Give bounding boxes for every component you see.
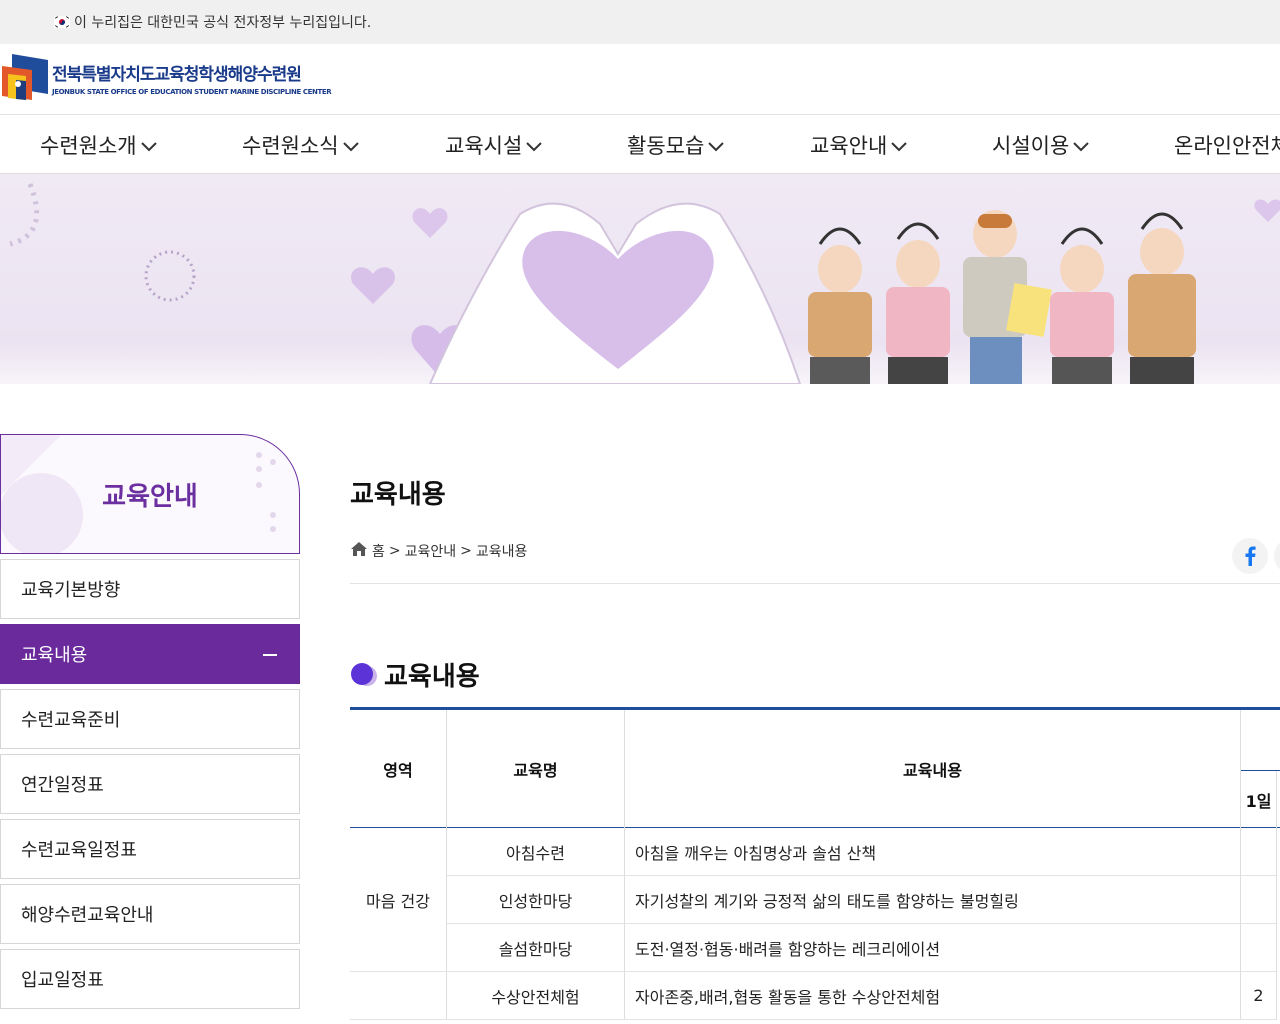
minus-icon bbox=[263, 654, 277, 656]
breadcrumb-separator: > bbox=[388, 543, 401, 559]
breadcrumb-separator: > bbox=[460, 543, 472, 559]
sidebar-item-label: 교육내용 bbox=[21, 645, 88, 666]
section-title: 교육내용 bbox=[384, 662, 480, 692]
cell-name: 인성한마당 bbox=[447, 876, 625, 924]
education-content-table: 영역 교육명 교육내용 1일 마음 건강 아침수련 아침을 깨우는 아침명상과 … bbox=[350, 707, 1280, 1024]
gnb-item-education[interactable]: 교육안내 bbox=[810, 115, 908, 174]
cell-day1 bbox=[1241, 876, 1277, 924]
hero-banner bbox=[0, 174, 1280, 384]
sidebar-title-box: 교육안내 bbox=[0, 434, 300, 554]
logo-title: 전북특별자치도교육청학생해양수련원 bbox=[52, 65, 302, 85]
bullet-dot-icon bbox=[350, 662, 378, 687]
sidebar-item-entry-schedule[interactable]: 입교일정표 bbox=[0, 949, 300, 1009]
gnb-item-facilities[interactable]: 교육시설 bbox=[445, 115, 543, 174]
chevron-down-icon bbox=[140, 142, 157, 152]
gnb-item-intro[interactable]: 수련원소개 bbox=[40, 115, 158, 174]
chevron-down-icon bbox=[342, 142, 359, 152]
sidebar-title: 교육안내 bbox=[102, 481, 198, 512]
gnb-label: 온라인안전체 bbox=[1174, 133, 1280, 158]
breadcrumb-home[interactable]: 홈 bbox=[372, 541, 385, 561]
share-button[interactable] bbox=[1274, 538, 1280, 574]
sidebar-item-label: 교육기본방향 bbox=[21, 580, 121, 601]
cell-content: 자아존중,배려,협동 활동을 통한 수상안전체험 bbox=[625, 972, 1241, 1020]
breadcrumb-current: 교육내용 bbox=[475, 544, 528, 560]
sidebar-item-label: 연간일정표 bbox=[21, 775, 104, 796]
sidebar-item-label: 해양수련교육안내 bbox=[21, 905, 154, 926]
gnb-label: 수련원소식 bbox=[242, 133, 339, 158]
cell-content: 도전·열정·협동·배려를 함양하는 레크리에이션 bbox=[625, 924, 1241, 972]
sidebar-item-training-prep[interactable]: 수련교육준비 bbox=[0, 689, 300, 749]
facebook-icon bbox=[1245, 546, 1256, 566]
header-day1: 1일 bbox=[1241, 771, 1277, 828]
cell-day1 bbox=[1241, 924, 1277, 972]
cell-name: 아침수련 bbox=[447, 828, 625, 876]
gnb-item-news[interactable]: 수련원소식 bbox=[242, 115, 360, 174]
sidebar-item-marine-training[interactable]: 해양수련교육안내 bbox=[0, 884, 300, 944]
chevron-down-icon bbox=[891, 142, 907, 152]
sidebar-item-basic-direction[interactable]: 교육기본방향 bbox=[0, 559, 300, 619]
gnb-item-facility-use[interactable]: 시설이용 bbox=[992, 115, 1090, 174]
table-header: 영역 교육명 교육내용 1일 bbox=[350, 710, 1280, 828]
content-divider bbox=[350, 583, 1280, 584]
breadcrumb: 홈 > 교육안내 > 교육내용 bbox=[350, 541, 531, 561]
gnb-label: 교육시설 bbox=[445, 133, 523, 158]
chevron-down-icon bbox=[526, 142, 542, 152]
header-content: 교육내용 bbox=[625, 710, 1241, 828]
hero-illustration bbox=[0, 174, 1280, 384]
gnb-label: 시설이용 bbox=[992, 133, 1070, 158]
header-name: 교육명 bbox=[447, 710, 625, 828]
gov-banner: 이 누리집은 대한민국 공식 전자정부 누리집입니다. bbox=[0, 0, 1280, 44]
chevron-down-icon bbox=[1073, 142, 1089, 152]
korea-flag-icon bbox=[54, 16, 70, 28]
cell-content: 자기성찰의 계기와 긍정적 삶의 태도를 함양하는 불멍힐링 bbox=[625, 876, 1241, 924]
cell-day1: 2 bbox=[1241, 972, 1277, 1020]
header-area: 영역 bbox=[350, 710, 447, 828]
sidebar-item-training-schedule[interactable]: 수련교육일정표 bbox=[0, 819, 300, 879]
gnb-label: 활동모습 bbox=[627, 133, 705, 158]
cell-area: 마음 건강 bbox=[350, 828, 447, 972]
site-logo[interactable]: 전북특별자치도교육청학생해양수련원 JEONBUK STATE OFFICE O… bbox=[2, 54, 332, 102]
home-icon[interactable] bbox=[350, 541, 368, 561]
chevron-down-icon bbox=[708, 142, 724, 152]
cell-content: 아침을 깨우는 아침명상과 솔섬 산책 bbox=[625, 828, 1241, 876]
gnb-item-activities[interactable]: 활동모습 bbox=[627, 115, 725, 174]
sidebar-item-label: 수련교육일정표 bbox=[21, 840, 137, 861]
main-navigation: 수련원소개 수련원소식 교육시설 활동모습 교육안내 시설이용 온라인안전체 bbox=[0, 115, 1280, 174]
logo-subtitle: JEONBUK STATE OFFICE OF EDUCATION STUDEN… bbox=[52, 88, 332, 96]
gov-banner-text: 이 누리집은 대한민국 공식 전자정부 누리집입니다. bbox=[74, 15, 372, 31]
cell-day1 bbox=[1241, 828, 1277, 876]
breadcrumb-education-guide[interactable]: 교육안내 bbox=[405, 541, 457, 561]
gnb-item-online-safety[interactable]: 온라인안전체 bbox=[1174, 115, 1280, 174]
logo-emblem bbox=[2, 54, 48, 102]
cell-name: 솔섬한마당 bbox=[447, 924, 625, 972]
gnb-label: 수련원소개 bbox=[40, 133, 137, 158]
page-title: 교육내용 bbox=[350, 480, 446, 510]
sidebar-item-label: 수련교육준비 bbox=[21, 710, 121, 731]
gnb-label: 교육안내 bbox=[810, 133, 888, 158]
cell-name: 수상안전체험 bbox=[447, 972, 625, 1020]
sidebar-item-education-content[interactable]: 교육내용 bbox=[0, 624, 300, 684]
site-header: 전북특별자치도교육청학생해양수련원 JEONBUK STATE OFFICE O… bbox=[0, 44, 1280, 115]
section-heading: 교육내용 bbox=[350, 656, 480, 693]
facebook-share-button[interactable] bbox=[1232, 538, 1268, 574]
sidebar-item-label: 입교일정표 bbox=[21, 970, 104, 991]
cell-area bbox=[350, 972, 447, 1020]
sidebar-item-annual-schedule[interactable]: 연간일정표 bbox=[0, 754, 300, 814]
